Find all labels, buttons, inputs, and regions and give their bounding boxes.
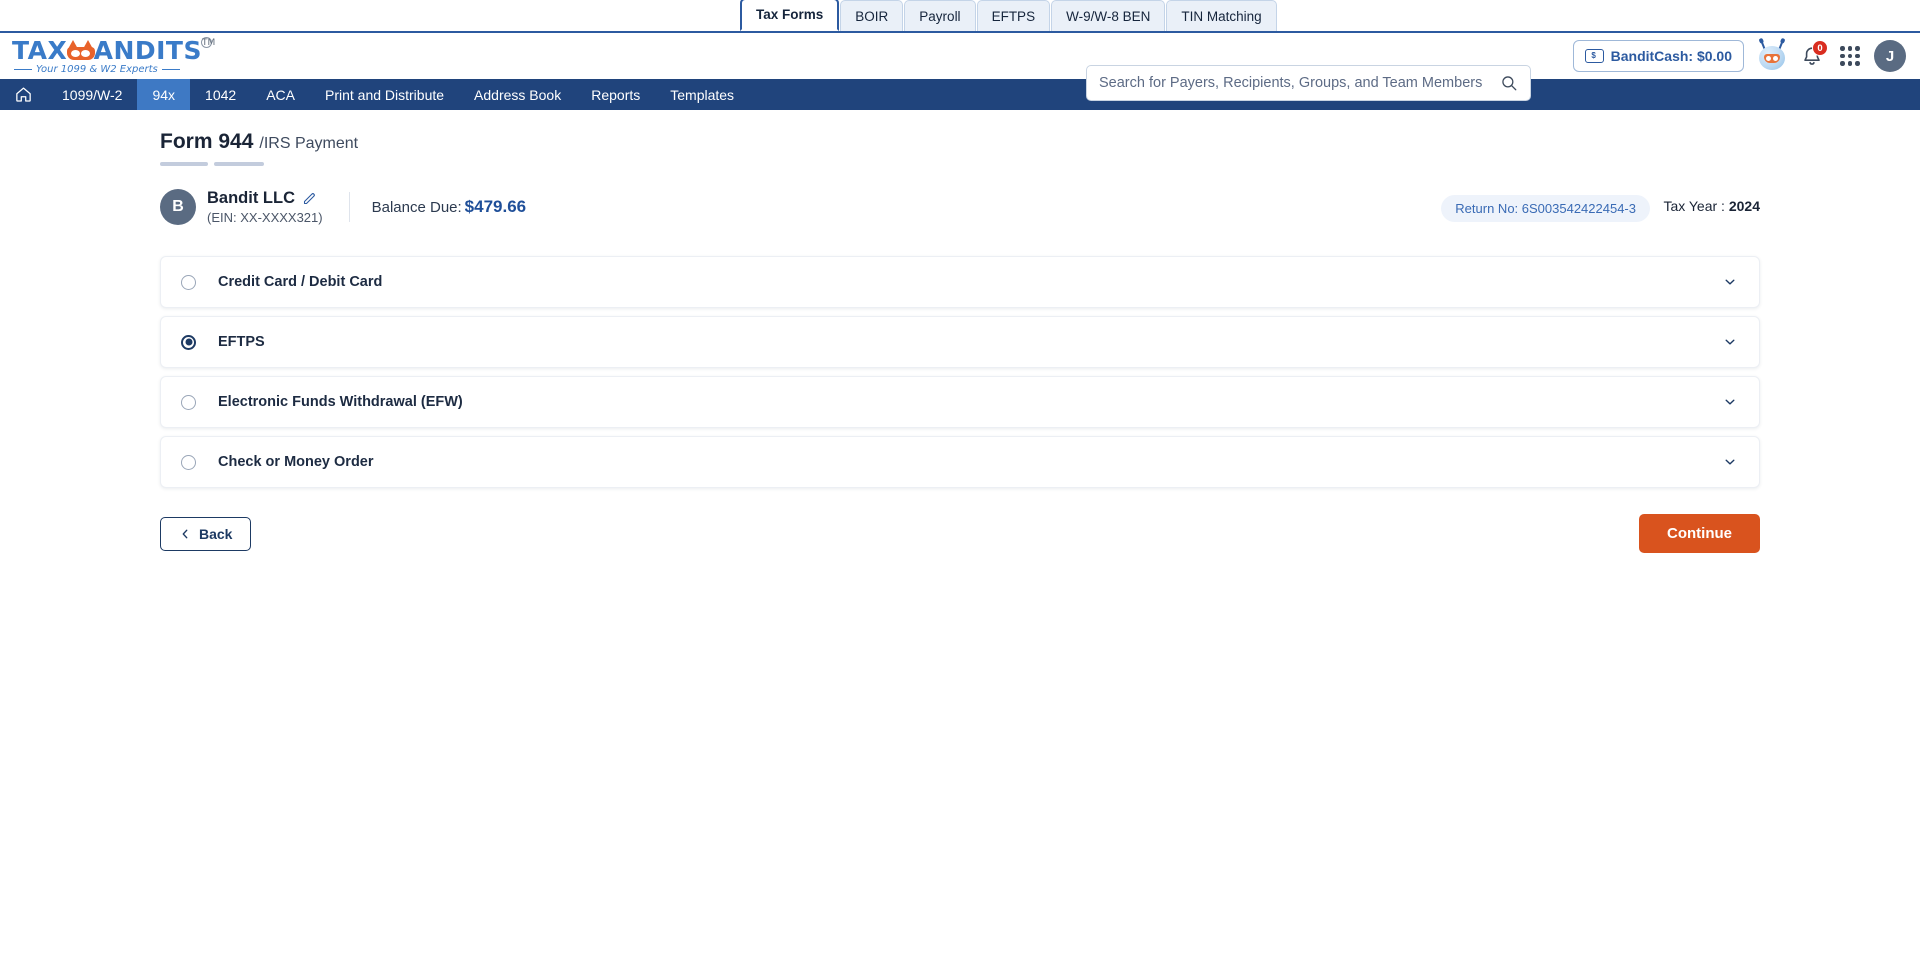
title-underline bbox=[160, 162, 1760, 166]
nav-label: Templates bbox=[670, 86, 735, 103]
global-search[interactable] bbox=[1086, 65, 1531, 101]
tab-tax-forms[interactable]: Tax Forms bbox=[740, 0, 840, 31]
bot-mascot-icon[interactable] bbox=[1757, 40, 1787, 71]
tab-label: TIN Matching bbox=[1181, 8, 1262, 24]
nav-label: 1099/W-2 bbox=[62, 86, 123, 103]
continue-button[interactable]: Continue bbox=[1639, 514, 1760, 553]
nav-label: Reports bbox=[591, 86, 641, 103]
tab-boir[interactable]: BOIR bbox=[840, 0, 904, 31]
nav-item-home[interactable] bbox=[0, 79, 47, 110]
chevron-left-icon bbox=[182, 529, 188, 538]
payment-option-label: Credit Card / Debit Card bbox=[218, 274, 383, 290]
tax-year: Tax Year : 2024 bbox=[1663, 198, 1760, 214]
header-actions: $ BanditCash: $0.00 0 J bbox=[1572, 33, 1906, 79]
app-header: TAX ANDITS TM Your 1099 & W2 Experts $ B… bbox=[0, 33, 1920, 101]
nav-label: 1042 bbox=[205, 86, 237, 103]
payment-option-efw[interactable]: Electronic Funds Withdrawal (EFW) bbox=[160, 376, 1760, 428]
wallet-icon: $ bbox=[1584, 49, 1604, 63]
nav-label: ACA bbox=[266, 86, 295, 103]
nav-label: Print and Distribute bbox=[324, 86, 445, 103]
user-avatar[interactable]: J bbox=[1874, 40, 1906, 72]
company-avatar: B bbox=[160, 189, 196, 225]
payment-option-label: Electronic Funds Withdrawal (EFW) bbox=[218, 394, 463, 410]
company-name: Bandit LLC bbox=[207, 189, 295, 207]
tab-payroll[interactable]: Payroll bbox=[904, 0, 976, 31]
trademark-icon: TM bbox=[201, 36, 216, 48]
payment-option-check-money-order[interactable]: Check or Money Order bbox=[160, 436, 1760, 488]
chevron-down-icon[interactable] bbox=[1723, 275, 1737, 289]
brand-tagline: Your 1099 & W2 Experts bbox=[36, 63, 158, 75]
nav-label: 94x bbox=[152, 86, 176, 103]
tab-label: BOIR bbox=[855, 8, 889, 24]
tax-year-value: 2024 bbox=[1728, 198, 1760, 214]
page-subtitle: /IRS Payment bbox=[259, 135, 359, 152]
payment-option-label: Check or Money Order bbox=[218, 454, 374, 470]
nav-label: Address Book bbox=[474, 86, 562, 103]
bandit-cash-button[interactable]: $ BanditCash: $0.00 bbox=[1572, 40, 1744, 72]
tab-w9-w8ben[interactable]: W-9/W-8 BEN bbox=[1051, 0, 1166, 31]
page-title-block: Form 944 /IRS Payment bbox=[160, 130, 1760, 166]
brand-tagline-row: Your 1099 & W2 Experts bbox=[12, 64, 202, 75]
vertical-divider bbox=[348, 192, 350, 222]
nav-item-94x[interactable]: 94x bbox=[137, 79, 191, 110]
nav-item-aca[interactable]: ACA bbox=[251, 79, 310, 110]
balance-due-label: Balance Due: bbox=[371, 198, 462, 216]
logo-text-andits: ANDITS bbox=[93, 35, 202, 65]
back-button[interactable]: Back bbox=[160, 516, 252, 551]
nav-item-print-and-distribute[interactable]: Print and Distribute bbox=[310, 79, 459, 110]
apps-grid-icon[interactable] bbox=[1839, 45, 1861, 67]
notification-count-badge: 0 bbox=[1812, 40, 1828, 56]
chevron-down-icon[interactable] bbox=[1723, 395, 1737, 409]
tab-eftps[interactable]: EFTPS bbox=[976, 0, 1051, 31]
company-info-row: B Bandit LLC (EIN: XX-XXXX321) Balance D… bbox=[160, 184, 1760, 230]
bandit-cash-label: BanditCash: $0.00 bbox=[1610, 48, 1732, 64]
balance-due-amount: $479.66 bbox=[464, 197, 527, 216]
main-content: Form 944 /IRS Payment B Bandit LLC (EIN:… bbox=[0, 110, 1920, 553]
search-icon[interactable] bbox=[1500, 74, 1518, 92]
radio-eftps[interactable] bbox=[181, 334, 196, 350]
brand-logo[interactable]: TAX ANDITS TM Your 1099 & W2 Experts bbox=[12, 35, 215, 75]
chevron-down-icon[interactable] bbox=[1723, 335, 1737, 349]
pencil-edit-icon[interactable] bbox=[302, 191, 317, 206]
radio-check-money-order[interactable] bbox=[181, 454, 196, 470]
tax-year-label: Tax Year : bbox=[1663, 198, 1725, 214]
nav-item-1042[interactable]: 1042 bbox=[190, 79, 251, 110]
home-icon bbox=[16, 87, 31, 102]
logo-text-tax: TAX bbox=[12, 35, 68, 65]
nav-item-1099-w2[interactable]: 1099/W-2 bbox=[47, 79, 137, 110]
company-ein: (EIN: XX-XXXX321) bbox=[207, 210, 323, 225]
nav-item-templates[interactable]: Templates bbox=[655, 79, 749, 110]
tab-label: EFTPS bbox=[991, 8, 1036, 24]
chevron-down-icon[interactable] bbox=[1723, 455, 1737, 469]
payment-method-options: Credit Card / Debit Card EFTPS Electroni… bbox=[160, 256, 1760, 488]
nav-item-reports[interactable]: Reports bbox=[576, 79, 655, 110]
tab-label: Payroll bbox=[919, 8, 961, 24]
payment-option-eftps[interactable]: EFTPS bbox=[160, 316, 1760, 368]
tab-label: Tax Forms bbox=[756, 7, 824, 22]
payment-option-credit-card[interactable]: Credit Card / Debit Card bbox=[160, 256, 1760, 308]
bandit-mask-icon bbox=[67, 39, 96, 61]
return-number-badge: Return No: 6S003542422454-3 bbox=[1441, 195, 1650, 222]
primary-navigation: 1099/W-2 94x 1042 ACA Print and Distribu… bbox=[0, 79, 1920, 110]
nav-item-address-book[interactable]: Address Book bbox=[459, 79, 576, 110]
radio-efw[interactable] bbox=[181, 394, 196, 410]
search-input[interactable] bbox=[1099, 75, 1500, 91]
page-title: Form 944 bbox=[160, 130, 254, 153]
notifications-button[interactable]: 0 bbox=[1800, 40, 1828, 70]
radio-credit-card[interactable] bbox=[181, 274, 196, 290]
payment-option-label: EFTPS bbox=[218, 334, 265, 350]
top-tab-strip: Tax Forms BOIR Payroll EFTPS W-9/W-8 BEN… bbox=[0, 0, 1920, 33]
form-actions: Back Continue bbox=[160, 514, 1760, 553]
back-button-label: Back bbox=[199, 525, 233, 542]
tab-tin-matching[interactable]: TIN Matching bbox=[1166, 0, 1277, 31]
tab-label: W-9/W-8 BEN bbox=[1066, 8, 1151, 24]
